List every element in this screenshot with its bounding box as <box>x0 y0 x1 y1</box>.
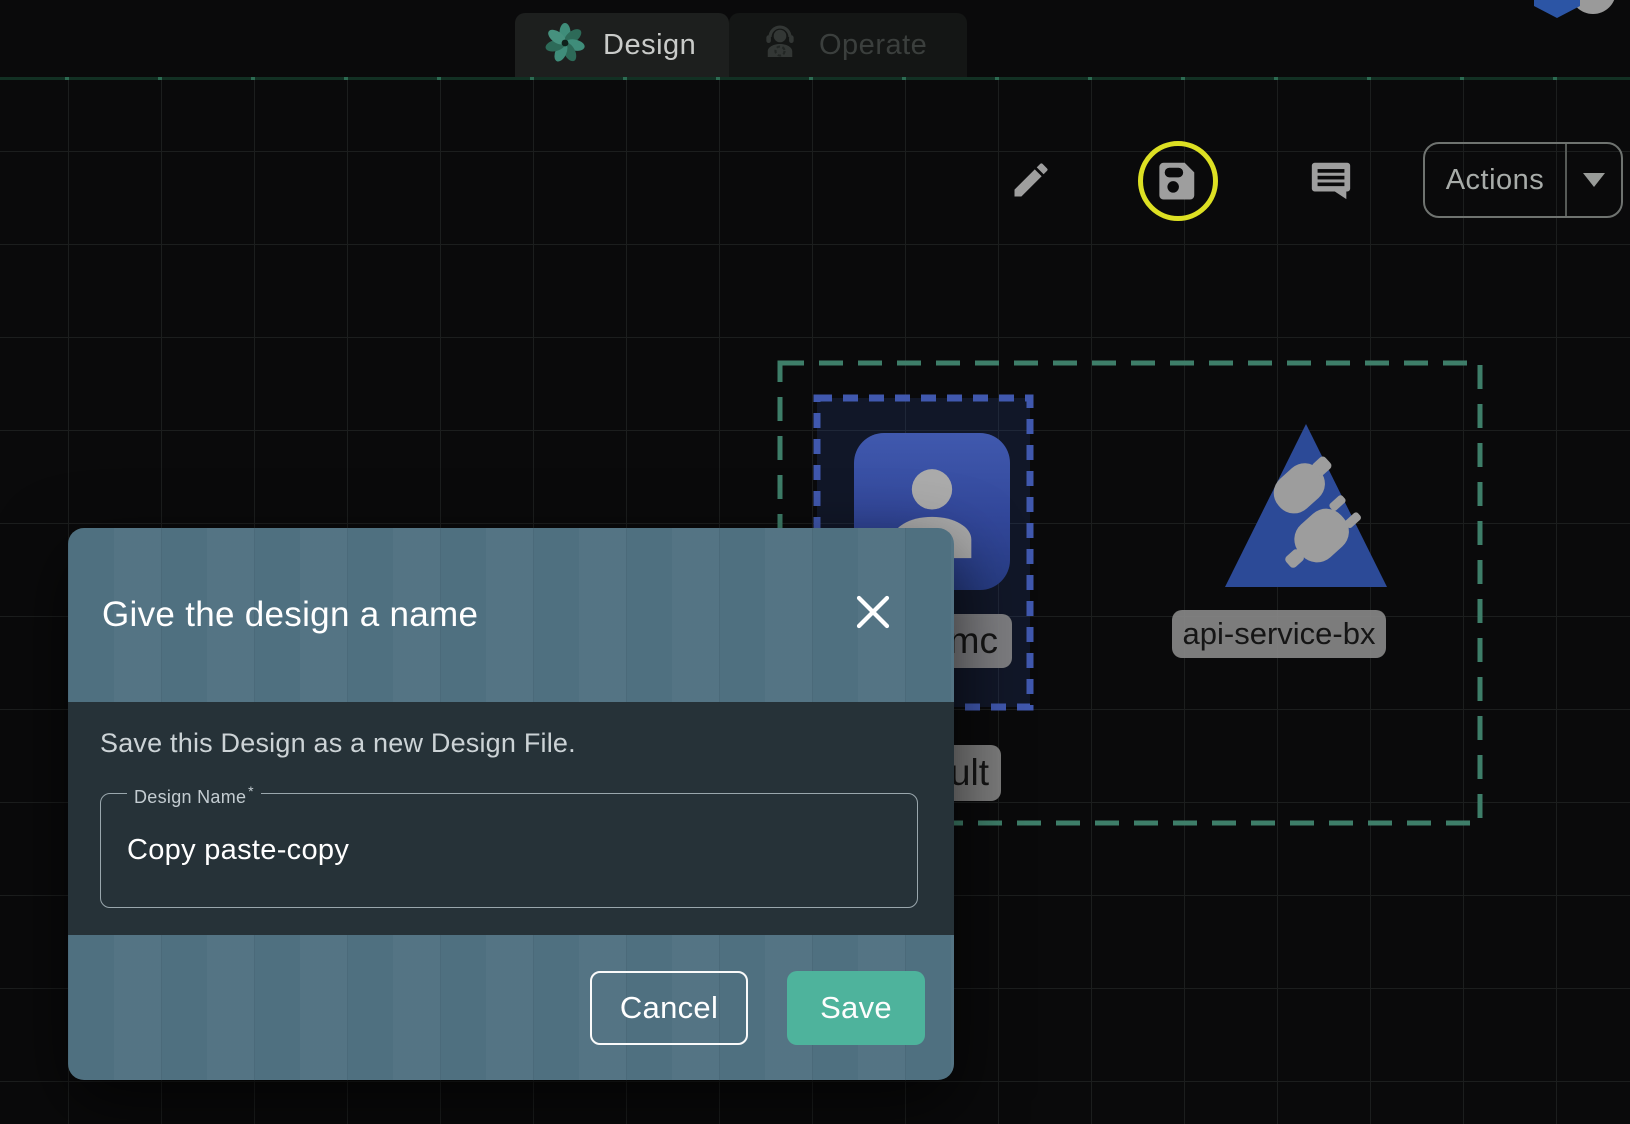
api-node-label: api-service-bx <box>1172 610 1386 658</box>
tab-design[interactable]: Design <box>515 13 729 77</box>
lower-node-label-text: ult <box>950 752 989 794</box>
actions-dropdown-toggle[interactable] <box>1565 144 1621 216</box>
dialog-footer: Cancel Save <box>68 935 954 1080</box>
design-name-input[interactable] <box>101 794 917 907</box>
actions-button[interactable]: Actions <box>1425 144 1565 216</box>
actions-split-button[interactable]: Actions <box>1423 142 1623 218</box>
dialog-header: Give the design a name <box>68 528 954 702</box>
operator-headset-icon <box>759 22 801 69</box>
pencil-icon <box>1009 158 1053 207</box>
edit-button[interactable] <box>1005 156 1057 208</box>
meshery-design-logo-icon <box>545 23 585 68</box>
save-button[interactable]: Save <box>787 971 925 1045</box>
dialog-body: Save this Design as a new Design File. D… <box>68 702 954 935</box>
tab-design-label: Design <box>603 29 696 62</box>
tab-operate[interactable]: Operate <box>729 13 967 77</box>
api-service-node[interactable] <box>1225 419 1387 589</box>
design-name-field-label: Design Name * <box>127 783 261 808</box>
dialog-close-button[interactable] <box>850 591 896 637</box>
dialog-title: Give the design a name <box>102 595 478 635</box>
required-marker: * <box>248 783 254 799</box>
design-name-field: Design Name * <box>100 793 918 908</box>
kubernetes-wheel-icon <box>1543 0 1571 4</box>
chevron-down-icon <box>1583 173 1605 187</box>
tab-operate-label: Operate <box>819 29 927 62</box>
comments-button[interactable] <box>1305 156 1357 208</box>
save-design-button[interactable] <box>1153 158 1201 206</box>
actions-label: Actions <box>1446 164 1545 197</box>
cancel-button[interactable]: Cancel <box>590 971 748 1045</box>
comment-icon <box>1308 157 1354 208</box>
meshery-design-page: mc ult api-servic <box>0 0 1630 1124</box>
user-node-label-text: mc <box>949 620 998 662</box>
api-node-label-text: api-service-bx <box>1183 616 1376 652</box>
close-icon <box>852 591 894 638</box>
save-design-dialog: Give the design a name Save this Design … <box>68 528 954 1080</box>
dialog-description: Save this Design as a new Design File. <box>100 728 576 759</box>
top-navigation-bar: Design Operate <box>0 0 1630 77</box>
floppy-disk-icon <box>1154 157 1200 208</box>
canvas-top-border <box>0 77 1630 80</box>
